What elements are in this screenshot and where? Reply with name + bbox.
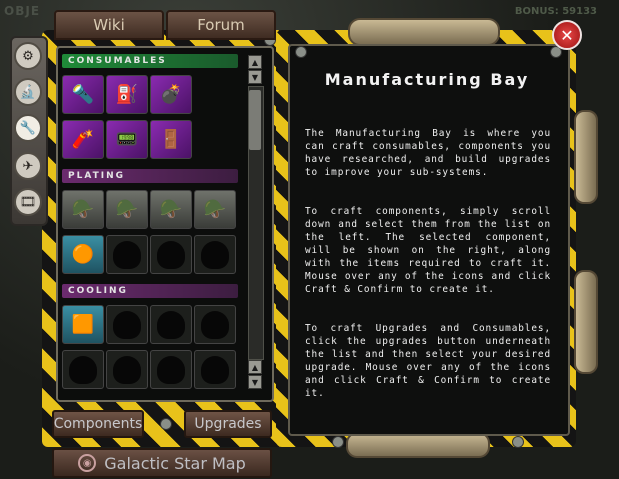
scroll-down-button-bottom[interactable]: ▼ [248,375,262,389]
wiki-tab[interactable]: Wiki [54,10,164,40]
scroll-up-button-bottom[interactable]: ▲ [248,360,262,374]
plating-slot[interactable]: 🪖 [106,190,148,229]
bolt [160,418,172,430]
plating-slot-selected[interactable]: 🟠 [62,235,104,274]
wrench-icon[interactable]: 🔧 [14,114,42,142]
consumables-header: CONSUMABLES [62,54,238,68]
cooling-slot-locked[interactable] [194,305,236,344]
star-map-label: Galactic Star Map [104,453,246,473]
cooling-slot-locked[interactable] [106,350,148,389]
scroll-down-button[interactable]: ▼ [248,70,262,84]
plating-slot[interactable]: 🪖 [62,190,104,229]
background-bonus-text: BONUS: 59133 [514,6,597,17]
gears-icon[interactable]: ⚙ [14,42,42,70]
cooling-header: COOLING [62,284,238,298]
right-pipe-upper [574,110,598,204]
cooling-slot[interactable]: 🟧 [62,305,104,344]
consumable-dynamite-slot[interactable]: 🧨 [62,120,104,159]
cooling-slot-locked[interactable] [150,305,192,344]
consumable-jerrycan-slot[interactable]: ⛽ [106,75,148,114]
scroll-up-button[interactable]: ▲ [248,55,262,69]
plating-slot[interactable]: 🪖 [194,190,236,229]
info-paragraph-1: The Manufacturing Bay is where you can c… [305,128,551,178]
close-button[interactable]: ✕ [552,20,582,50]
star-map-icon: ◉ [78,454,97,472]
info-paragraph-3: To craft Upgrades and Consumables, click… [305,323,551,399]
scrollbar-thumb[interactable] [249,90,261,150]
plating-slot[interactable]: 🪖 [150,190,192,229]
consumable-torch-slot[interactable]: 🔦 [62,75,104,114]
top-pipe [348,18,500,46]
ship-icon[interactable]: ✈ [14,152,42,180]
consumable-phonebox-slot[interactable]: 🚪 [150,120,192,159]
upgrades-button[interactable]: Upgrades [184,410,272,438]
right-pipe-lower [574,270,598,374]
cooling-slot-locked[interactable] [62,350,104,389]
cooling-slot-locked[interactable] [194,350,236,389]
bolt [512,436,524,448]
galactic-star-map-button[interactable]: ◉ Galactic Star Map [52,448,272,478]
plating-header: PLATING [62,169,238,183]
bolt [332,436,344,448]
consumable-device-slot[interactable]: 📟 [106,120,148,159]
plating-slot-locked[interactable] [150,235,192,274]
background-text-left: OBJE [4,4,41,18]
plating-slot-locked[interactable] [106,235,148,274]
microscope-icon[interactable]: 🔬 [14,78,42,106]
cooling-slot-locked[interactable] [106,305,148,344]
plating-slot-locked[interactable] [194,235,236,274]
consumable-grenade-slot[interactable]: 💣 [150,75,192,114]
forum-tab[interactable]: Forum [166,10,276,40]
info-paragraph-2: To craft components, simply scroll down … [305,206,551,295]
bolt [295,46,307,58]
components-button[interactable]: Components [52,410,144,438]
panel-title: Manufacturing Bay [324,70,530,89]
film-icon[interactable]: 🎞 [14,188,42,216]
cooling-slot-locked[interactable] [150,350,192,389]
